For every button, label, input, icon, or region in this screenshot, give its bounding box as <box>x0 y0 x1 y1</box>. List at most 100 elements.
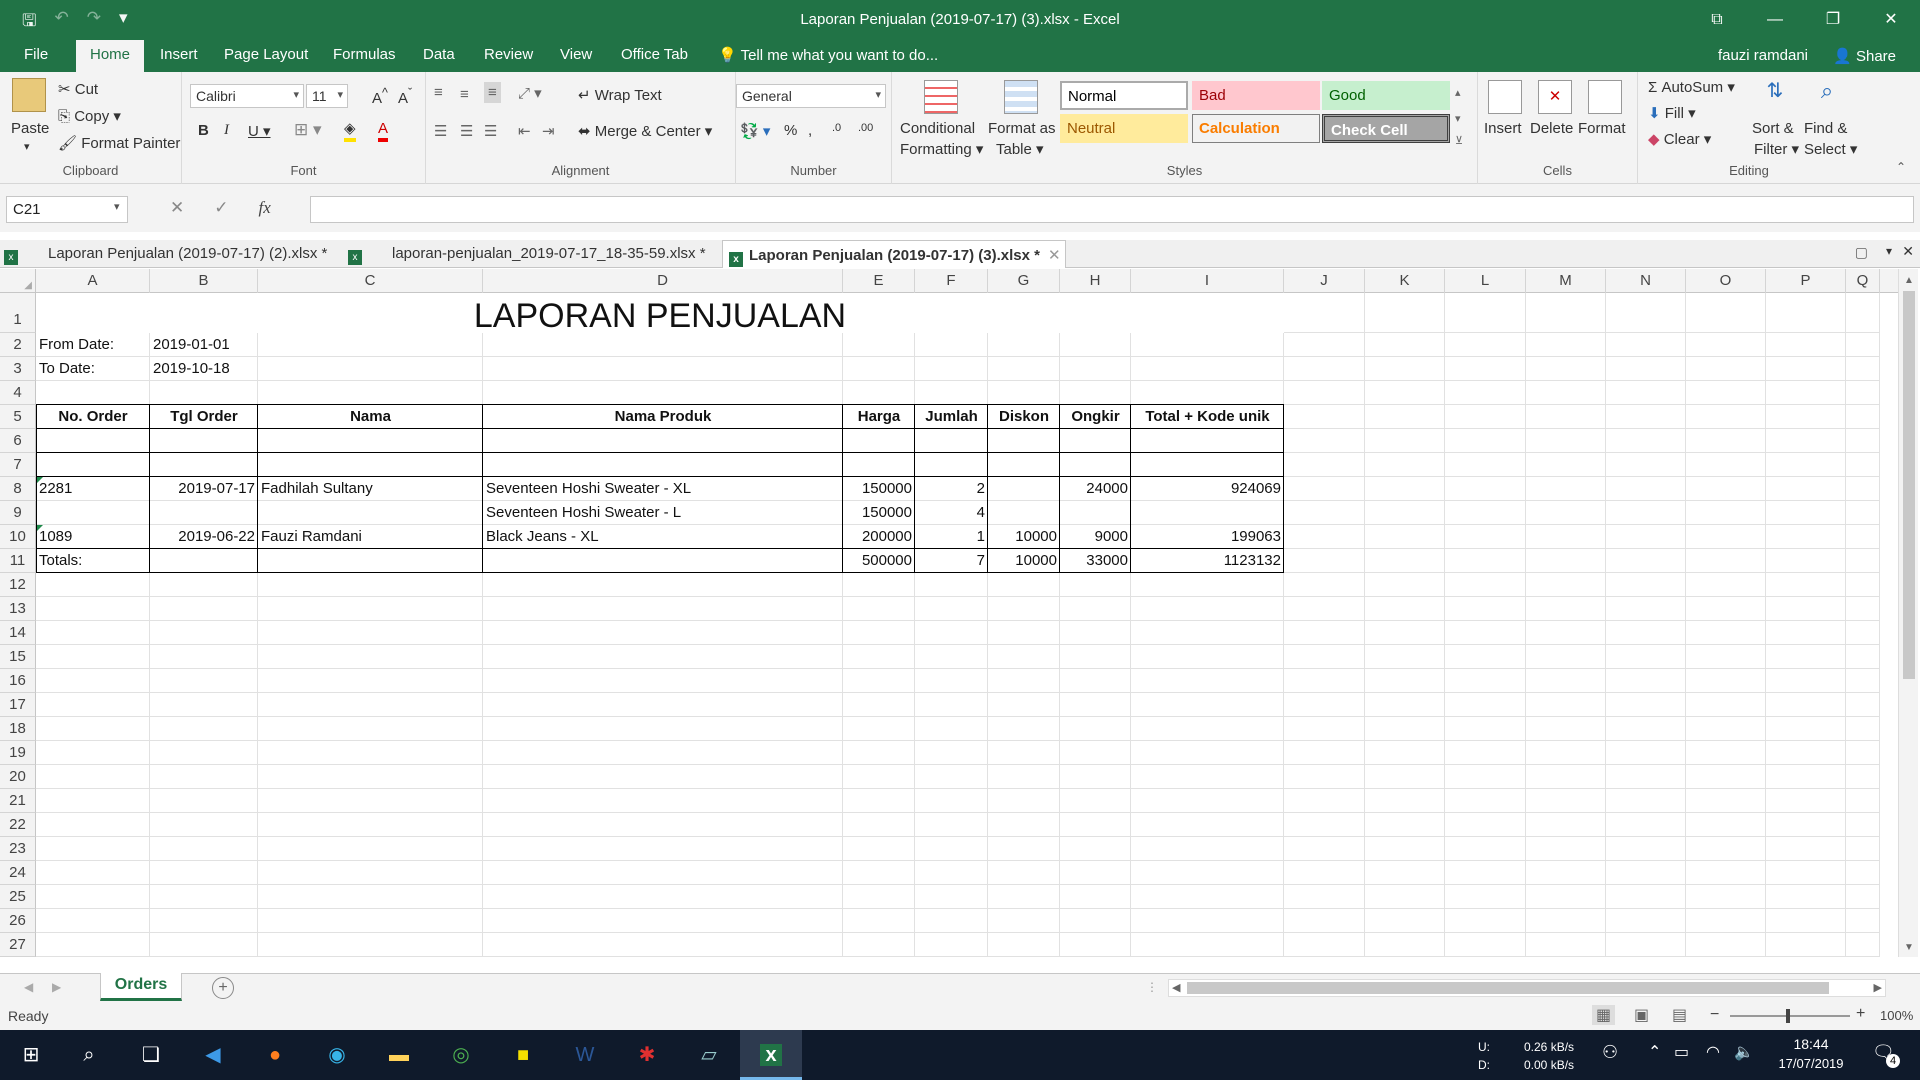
chrome-icon[interactable]: ◎ <box>430 1030 492 1080</box>
scroll-left-icon[interactable]: ◀ <box>1172 981 1180 994</box>
table-cell[interactable]: 2019-06-22 <box>150 525 258 549</box>
clock-date[interactable]: 17/07/2019 <box>1770 1056 1852 1071</box>
tab-file[interactable]: File <box>24 46 48 63</box>
table-cell[interactable]: 1 <box>915 525 988 549</box>
sort-filter-button-2[interactable]: Filter ▾ <box>1754 140 1799 158</box>
copy-button[interactable]: ⎘ Copy ▾ <box>58 107 121 125</box>
row-header[interactable]: 12 <box>0 573 36 597</box>
ribbon-display-icon[interactable]: ⧉ <box>1688 0 1746 40</box>
from-date-value[interactable]: 2019-01-01 <box>150 333 258 357</box>
zoom-slider-thumb[interactable] <box>1786 1009 1790 1023</box>
app-icon[interactable]: ✱ <box>616 1030 678 1080</box>
tab-page-layout[interactable]: Page Layout <box>224 46 308 63</box>
table-header-cell[interactable]: Total + Kode unik <box>1131 405 1284 429</box>
row-header[interactable]: 22 <box>0 813 36 837</box>
table-cell[interactable]: 2281 <box>36 477 150 501</box>
wrap-text-button[interactable]: ↵ Wrap Text <box>578 86 662 104</box>
table-cell[interactable]: 199063 <box>1131 525 1284 549</box>
zoom-slider[interactable] <box>1730 1009 1850 1023</box>
table-header-cell[interactable]: Nama <box>258 405 483 429</box>
paste-dropdown-icon[interactable]: ▾ <box>24 140 30 153</box>
row-header[interactable]: 18 <box>0 717 36 741</box>
column-header-1[interactable]: B <box>150 269 258 293</box>
row-header[interactable]: 11 <box>0 549 36 573</box>
sheet-tab-orders[interactable]: Orders <box>100 973 182 1001</box>
doc-tab-1[interactable]: x Laporan Penjualan (2019-07-17) (2).xlsx… <box>4 240 344 268</box>
autosum-button[interactable]: Σ AutoSum ▾ <box>1648 78 1735 96</box>
align-top-icon[interactable]: ≡ <box>434 84 443 101</box>
horizontal-scrollbar[interactable]: ◀ ▶ <box>1168 979 1886 997</box>
insert-cells-button[interactable]: Insert <box>1484 120 1522 137</box>
row-header[interactable]: 23 <box>0 837 36 861</box>
table-header-cell[interactable]: Nama Produk <box>483 405 843 429</box>
name-box[interactable]: C21 <box>6 196 128 223</box>
firefox-icon[interactable]: ● <box>244 1030 306 1080</box>
row-header[interactable]: 14 <box>0 621 36 645</box>
tab-formulas[interactable]: Formulas <box>333 46 396 63</box>
vertical-scrollbar[interactable]: ▲ ▼ <box>1898 269 1918 957</box>
to-date-label[interactable]: To Date: <box>36 357 150 381</box>
column-header-14[interactable]: O <box>1686 269 1766 293</box>
row-header[interactable]: 9 <box>0 501 36 525</box>
row-header[interactable]: 6 <box>0 429 36 453</box>
tray-expand-icon[interactable]: ⌃ <box>1648 1042 1661 1062</box>
row-header[interactable]: 21 <box>0 789 36 813</box>
table-cell[interactable]: 2 <box>915 477 988 501</box>
row-header[interactable]: 16 <box>0 669 36 693</box>
table-cell[interactable]: Seventeen Hoshi Sweater - L <box>483 501 843 525</box>
column-header-0[interactable]: A <box>36 269 150 293</box>
volume-icon[interactable]: 🔈 <box>1734 1042 1754 1062</box>
conditional-formatting-button[interactable]: Conditional <box>900 120 975 137</box>
table-cell[interactable]: 10000 <box>988 525 1060 549</box>
table-cell[interactable]: 33000 <box>1060 549 1131 573</box>
next-sheet-icon[interactable]: ▶ <box>52 980 61 994</box>
page-break-view-icon[interactable]: ▤ <box>1672 1005 1687 1025</box>
wifi-icon[interactable]: ◠ <box>1706 1042 1720 1062</box>
close-tab-icon[interactable]: ✕ <box>1048 247 1061 264</box>
clock-time[interactable]: 18:44 <box>1770 1036 1852 1052</box>
format-painter-button[interactable]: 🖌 Format Painter <box>58 134 180 152</box>
word-icon[interactable]: W <box>554 1030 616 1080</box>
table-cell[interactable]: 150000 <box>843 477 915 501</box>
row-header[interactable]: 26 <box>0 909 36 933</box>
table-cell[interactable]: 4 <box>915 501 988 525</box>
font-name-combo[interactable]: Calibri <box>190 84 304 108</box>
from-date-label[interactable]: From Date: <box>36 333 150 357</box>
style-good[interactable]: Good <box>1322 81 1450 110</box>
people-icon[interactable]: ⚇ <box>1602 1042 1618 1063</box>
column-header-15[interactable]: P <box>1766 269 1846 293</box>
find-select-button-2[interactable]: Select ▾ <box>1804 140 1857 158</box>
normal-view-icon[interactable]: ▦ <box>1592 1005 1616 1025</box>
table-cell[interactable]: 2019-07-17 <box>150 477 258 501</box>
table-header-cell[interactable]: Ongkir <box>1060 405 1131 429</box>
column-header-7[interactable]: H <box>1060 269 1131 293</box>
align-middle-icon[interactable]: ≡ <box>460 86 469 103</box>
table-header-cell[interactable]: Tgl Order <box>150 405 258 429</box>
table-cell[interactable] <box>988 501 1060 525</box>
search-icon[interactable]: ⌕ <box>58 1030 120 1080</box>
prev-sheet-icon[interactable]: ◀ <box>24 980 33 994</box>
format-as-table-button[interactable]: Format as <box>988 120 1056 137</box>
row-header[interactable]: 25 <box>0 885 36 909</box>
tab-data[interactable]: Data <box>423 46 455 63</box>
bold-icon[interactable]: B <box>198 122 209 139</box>
doc-tab-2[interactable]: x laporan-penjualan_2019-07-17_18-35-59.x… <box>348 240 718 268</box>
styles-scroll-up-icon[interactable]: ▴ <box>1455 86 1461 99</box>
table-cell[interactable]: Black Jeans - XL <box>483 525 843 549</box>
column-header-3[interactable]: D <box>483 269 843 293</box>
column-header-8[interactable]: I <box>1131 269 1284 293</box>
close-all-tabs-icon[interactable]: ✕ <box>1902 243 1914 260</box>
row-header[interactable]: 17 <box>0 693 36 717</box>
scroll-right-icon[interactable]: ▶ <box>1874 981 1882 994</box>
table-header-cell[interactable]: No. Order <box>36 405 150 429</box>
borders-icon[interactable]: ⊞ ▾ <box>294 120 322 140</box>
format-cells-button[interactable]: Format <box>1578 120 1626 137</box>
close-icon[interactable]: ✕ <box>1862 0 1920 40</box>
align-left-icon[interactable]: ☰ <box>434 122 447 140</box>
name-box-dropdown-icon[interactable]: ▾ <box>114 200 120 213</box>
row-header[interactable]: 3 <box>0 357 36 381</box>
decrease-indent-icon[interactable]: ⇤ <box>518 122 531 140</box>
format-as-table-icon[interactable] <box>1004 80 1038 114</box>
minimize-icon[interactable]: — <box>1746 0 1804 40</box>
table-cell[interactable]: 9000 <box>1060 525 1131 549</box>
